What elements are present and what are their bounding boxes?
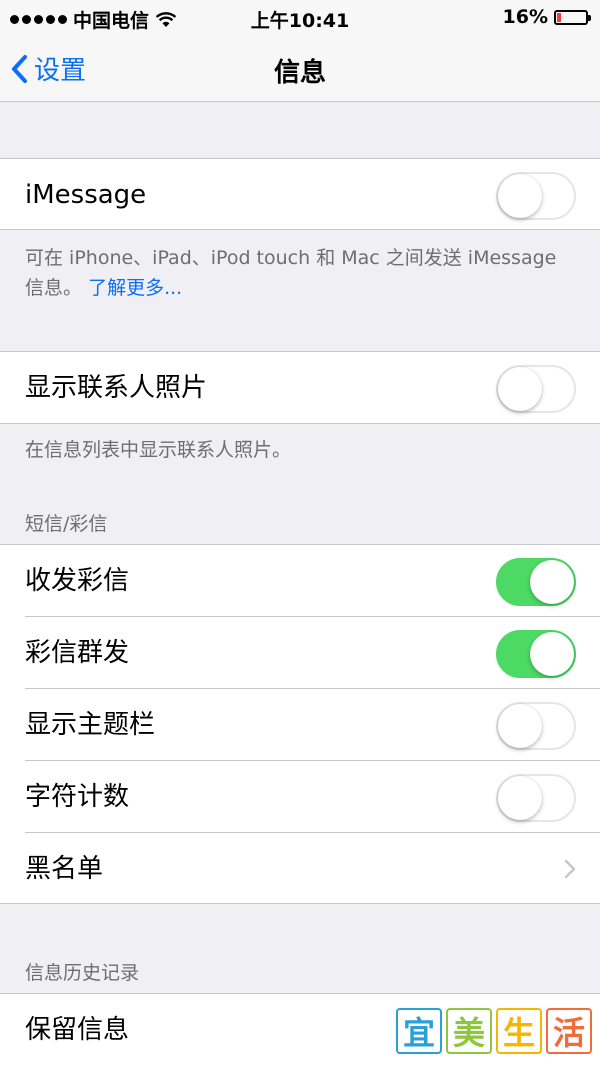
battery-percent: 16%	[502, 6, 548, 28]
contact-photos-group: 显示联系人照片	[0, 351, 600, 424]
toggle-knob	[498, 704, 542, 748]
blocked-label: 黑名单	[25, 854, 104, 884]
imessage-toggle[interactable]	[496, 172, 576, 220]
imessage-group: iMessage	[0, 158, 600, 230]
sms-row-subject-field: 显示主题栏	[0, 689, 600, 761]
mms-label: 收发彩信	[25, 566, 130, 596]
imessage-footer: 可在 iPhone、iPad、iPod touch 和 Mac 之间发送 iMe…	[25, 243, 575, 303]
status-bar: 中国电信 上午10:41 16%	[0, 0, 600, 36]
toggle-knob	[530, 632, 574, 676]
mms-toggle[interactable]	[496, 558, 576, 606]
sms-row-mms: 收发彩信	[0, 545, 600, 617]
battery-fill	[557, 12, 562, 22]
imessage-row: iMessage	[0, 159, 600, 231]
battery-icon	[554, 9, 591, 25]
group-mms-toggle[interactable]	[496, 630, 576, 678]
watermark-char: 活	[546, 1008, 592, 1054]
toggle-knob	[530, 560, 574, 604]
subject-field-label: 显示主题栏	[25, 710, 156, 740]
character-count-label: 字符计数	[25, 782, 130, 812]
history-header: 信息历史记录	[25, 962, 140, 984]
sms-row-group-mms: 彩信群发	[0, 617, 600, 689]
keep-messages-label: 保留信息	[25, 1015, 130, 1045]
toggle-knob	[498, 367, 542, 411]
toggle-knob	[498, 174, 542, 218]
navigation-bar: 设置 信息	[0, 36, 600, 102]
blocked-row[interactable]: 黑名单	[0, 833, 600, 905]
page-title: 信息	[273, 58, 326, 88]
contact-photos-label: 显示联系人照片	[25, 373, 208, 403]
watermark-char: 美	[446, 1008, 492, 1054]
subject-field-toggle[interactable]	[496, 702, 576, 750]
watermark-char: 宜	[396, 1008, 442, 1054]
sms-row-character-count: 字符计数	[0, 761, 600, 833]
learn-more-link[interactable]: 了解更多...	[88, 277, 182, 299]
contact-photos-row: 显示联系人照片	[0, 352, 600, 424]
contact-photos-footer: 在信息列表中显示联系人照片。	[25, 439, 292, 461]
sms-mms-header: 短信/彩信	[25, 513, 108, 535]
watermark-char: 生	[496, 1008, 542, 1054]
watermark-logo: 宜 美 生 活	[396, 1008, 592, 1054]
status-right: 16%	[502, 6, 591, 28]
imessage-label: iMessage	[25, 180, 147, 210]
chevron-right-icon	[564, 859, 576, 879]
character-count-toggle[interactable]	[496, 774, 576, 822]
contact-photos-toggle[interactable]	[496, 365, 576, 413]
toggle-knob	[498, 776, 542, 820]
group-mms-label: 彩信群发	[25, 638, 130, 668]
sms-mms-group: 收发彩信 彩信群发 显示主题栏 字符计数 黑名单	[0, 544, 600, 904]
